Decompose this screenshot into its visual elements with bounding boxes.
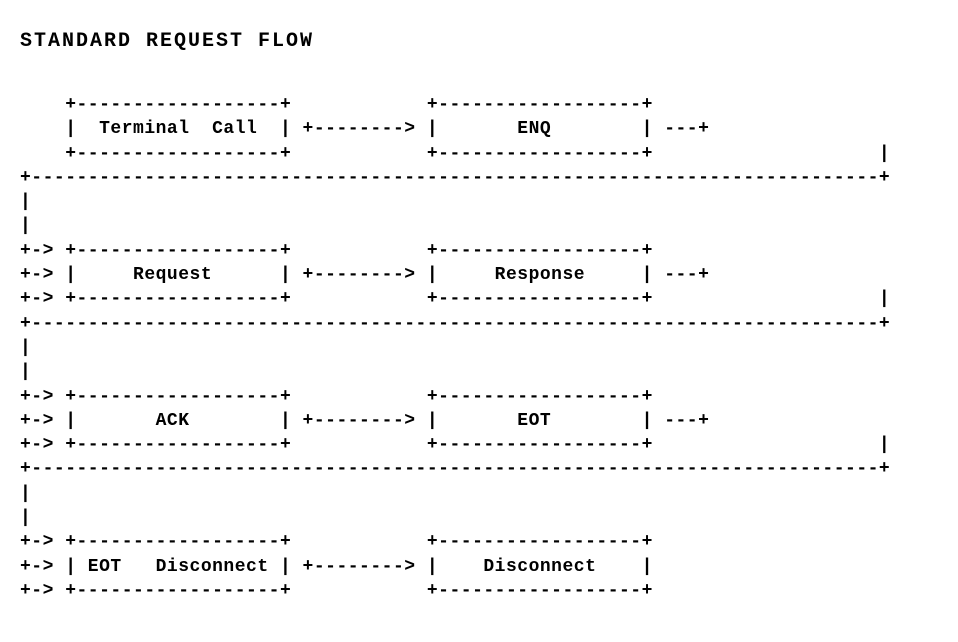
diagram-title: STANDARD REQUEST FLOW [20,30,938,53]
flow-diagram: +------------------+ +------------------… [20,93,938,603]
